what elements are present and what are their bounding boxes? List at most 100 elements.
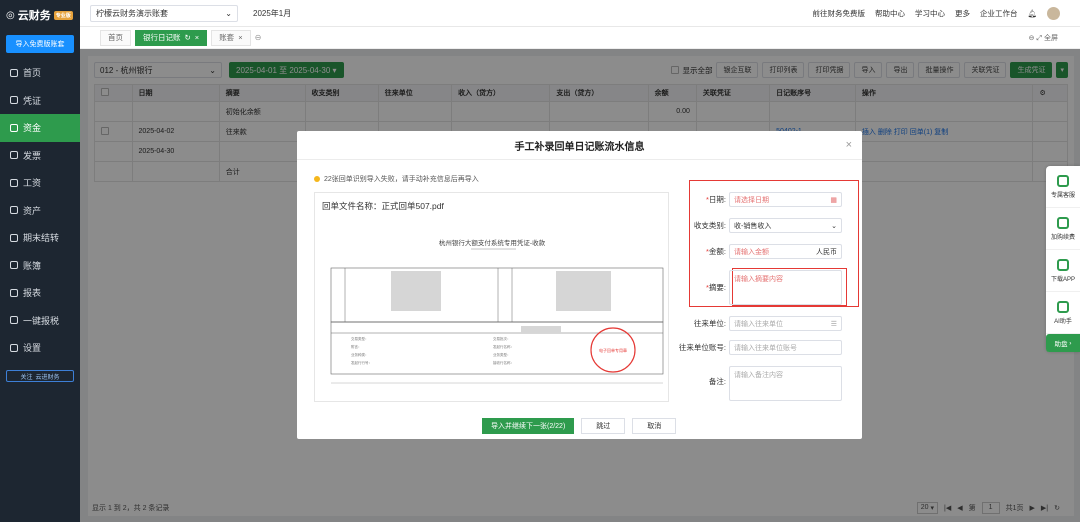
account-name: 柠檬云财务演示账套 [96, 8, 168, 18]
sidebar-item-asset[interactable]: 资产 [0, 197, 80, 225]
sidebar-item-tax[interactable]: 一键报税 [0, 307, 80, 335]
date-label: *日期: [705, 195, 726, 204]
chevron-down-icon: ⌄ [225, 8, 232, 18]
bell-icon[interactable]: 🔔︎ [1027, 9, 1037, 18]
sidebar-item-voucher[interactable]: 凭证 [0, 87, 80, 115]
avatar[interactable] [1047, 6, 1060, 20]
sidebar-item-closing[interactable]: 期末结转 [0, 224, 80, 252]
ai-icon [1057, 300, 1069, 313]
receipt-image: 杭州银行大额支付系统专用凭证-收款 交易类型： 附言： 业务种类： 发起行行号： 交易… [330, 238, 664, 384]
list-icon[interactable]: ☰ [831, 320, 837, 328]
svg-text:发起行行号：: 发起行行号： [351, 360, 372, 365]
sidebar-item-label: 期末结转 [23, 233, 60, 244]
ledger-icon [10, 261, 18, 270]
tab-1[interactable]: 银行日记账 ↻ × [135, 29, 208, 46]
right-panel-item[interactable]: 加购续费 [1046, 208, 1080, 250]
tab-label: 首页 [108, 33, 123, 42]
sidebar-item-funds[interactable]: 资金 [0, 114, 80, 142]
top-link[interactable]: 更多 [955, 8, 970, 19]
closing-icon [10, 233, 18, 242]
funds-icon [10, 123, 18, 132]
top-link[interactable]: 帮助中心 [875, 8, 905, 19]
follow-brand: 云进财务 [35, 374, 60, 381]
account-select[interactable]: 柠檬云财务演示账套 ⌄ [90, 4, 238, 22]
import-tip: 22张回单识别导入失败，请手动补充信息后再导入 [314, 174, 479, 184]
logo-badge: 专业版 [53, 10, 73, 20]
sidebar-item-ledger[interactable]: 账簿 [0, 252, 80, 280]
sidebar-item-label: 凭证 [23, 95, 42, 106]
tip-text: 22张回单识别导入失败，请手动补充信息后再导入 [324, 176, 479, 183]
partner-account-row: 往来单位账号: 请输入往来单位账号 [671, 340, 842, 355]
sidebar-item-label: 资金 [23, 123, 42, 134]
sidebar-item-settings[interactable]: 设置 [0, 334, 80, 362]
close-icon[interactable]: × [846, 139, 852, 151]
summary-textarea[interactable]: 请输入摘要内容 [729, 270, 842, 305]
fullscreen-button[interactable]: ⊖ ⤢ 全屏 [1029, 33, 1058, 43]
home-icon [10, 68, 18, 77]
right-panel-cta[interactable]: 助盘 › [1046, 334, 1080, 352]
top-link[interactable]: 前往财务免费版 [812, 8, 865, 19]
cart-icon [1057, 216, 1069, 229]
remark-placeholder: 请输入备注内容 [734, 372, 783, 379]
svg-text:交易类型：: 交易类型： [351, 336, 369, 341]
svg-text:发起行名称：: 发起行名称： [493, 344, 514, 349]
sidebar-item-home[interactable]: 首页 [0, 59, 80, 87]
svg-text:附言：: 附言： [351, 344, 362, 349]
svg-text:接收行名称：: 接收行名称： [493, 360, 514, 365]
dialog-title-text: 手工补录回单日记账流水信息 [514, 141, 645, 153]
voucher-icon [10, 96, 18, 105]
invoice-icon [10, 151, 18, 160]
sidebar-item-invoice[interactable]: 发票 [0, 142, 80, 170]
right-panel-item[interactable]: 专属客服 [1046, 166, 1080, 208]
receipt-filename: 回单文件名称：正式回单507.pdf [322, 201, 444, 211]
partner-account-placeholder: 请输入往来单位账号 [734, 344, 797, 352]
category-select[interactable]: 收-销售收入 ⌄ [729, 218, 842, 233]
summary-placeholder: 请输入摘要内容 [734, 276, 783, 283]
skip-button[interactable]: 跳过 [581, 418, 626, 434]
refresh-icon[interactable]: ↻ [185, 33, 191, 42]
close-icon[interactable]: × [238, 33, 242, 42]
right-panel-item[interactable]: 下载APP [1046, 250, 1080, 292]
more-tabs-icon[interactable]: ⊖ [255, 33, 262, 42]
sidebar-item-report[interactable]: 报表 [0, 279, 80, 307]
tab-0[interactable]: 首页 [100, 29, 131, 46]
close-icon[interactable]: × [195, 33, 199, 42]
top-link[interactable]: 学习中心 [915, 8, 945, 19]
calendar-icon: ▦ [830, 196, 837, 204]
period-label[interactable]: 2025年1月 [253, 8, 291, 19]
import-free-account-button[interactable]: 导入免费版账套 [6, 35, 74, 53]
summary-label: *摘要: [705, 283, 726, 292]
top-link[interactable]: 企业工作台 [980, 8, 1018, 19]
logo-icon: ◎ [6, 9, 15, 21]
right-panel-label: 下载APP [1050, 276, 1075, 283]
headset-icon [1057, 174, 1069, 187]
sidebar-item-salary[interactable]: 工资 [0, 169, 80, 197]
partner-account-label: 往来单位账号: [678, 343, 726, 352]
svg-text:业务种类：: 业务种类： [351, 352, 369, 357]
remark-textarea[interactable]: 请输入备注内容 [729, 366, 842, 401]
svg-text:交易批次：: 交易批次： [493, 336, 511, 341]
manual-entry-dialog: 手工补录回单日记账流水信息 × 22张回单识别导入失败，请手动补充信息后再导入 … [297, 131, 862, 439]
cancel-button[interactable]: 取消 [632, 418, 677, 434]
tab-2[interactable]: 账套 × [211, 29, 251, 46]
chevron-down-icon: ⌄ [831, 222, 837, 230]
date-picker[interactable]: 请选择日期 ▦ [729, 192, 842, 207]
import-next-button[interactable]: 导入并继续下一张(2/22) [482, 418, 575, 434]
amount-placeholder: 请输入金额 [734, 248, 769, 256]
logo[interactable]: ◎ 云财务 专业版 [0, 0, 80, 30]
follow-button[interactable]: 关注 云进财务 [6, 370, 74, 382]
sidebar-item-label: 工资 [23, 178, 42, 189]
partner-input[interactable]: 请输入往来单位 ☰ [729, 316, 842, 331]
currency-label: 人民币 [816, 248, 837, 256]
svg-text:业务类型：: 业务类型： [493, 352, 511, 357]
dialog-title: 手工补录回单日记账流水信息 × [297, 131, 862, 160]
partner-account-input[interactable]: 请输入往来单位账号 [729, 340, 842, 355]
warning-icon [314, 176, 320, 182]
tab-label: 账套 [219, 33, 235, 42]
right-panel-item[interactable]: AI助手 [1046, 292, 1080, 334]
partner-row: 往来单位: 请输入往来单位 ☰ [689, 316, 842, 331]
settings-icon [10, 343, 18, 352]
sidebar-item-label: 发票 [23, 150, 42, 161]
amount-input[interactable]: 请输入金额 人民币 [729, 244, 842, 259]
category-label: 收支类别: [693, 221, 726, 230]
